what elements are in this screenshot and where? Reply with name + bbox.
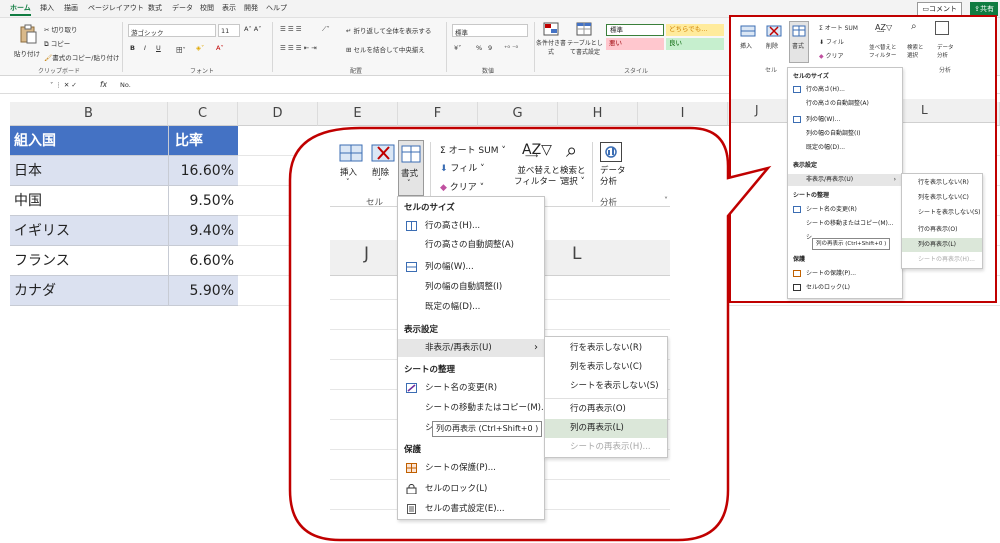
protect-sheet-icon — [406, 463, 417, 473]
row-height-icon — [406, 221, 417, 231]
chevron-down-icon: ˅ — [346, 178, 350, 186]
data-analysis-button[interactable]: データ 分析 — [600, 166, 626, 188]
lock-icon — [406, 484, 417, 494]
section-cell-size: セルのサイズ — [404, 203, 455, 213]
insert-button[interactable]: 挿入 ˅ — [336, 142, 366, 192]
unhide-columns-tooltip: 列の再表示 (Ctrl+Shift+0 ) — [432, 421, 543, 437]
eraser-icon: ◆ — [440, 183, 450, 193]
rename-icon — [406, 383, 417, 393]
hide-columns-item[interactable]: 列を表示しない(C) — [545, 358, 667, 377]
protect-sheet-item[interactable]: シートの保護(P)... — [398, 459, 544, 477]
insert-cells-icon — [339, 144, 363, 162]
chevron-right-icon: › — [534, 342, 538, 353]
delete-cells-icon — [371, 144, 395, 162]
zoomed-column-j: J — [364, 244, 370, 264]
row-height-item[interactable]: 行の高さ(H)... — [398, 217, 544, 235]
fill-down-icon: ⬇ — [440, 164, 451, 174]
autosum-button[interactable]: Σ オート SUM ˅ — [440, 143, 506, 156]
chevron-down-icon: ˅ — [407, 179, 411, 187]
separator — [430, 142, 431, 202]
format-dropdown: セルのサイズ 行の高さ(H)... 行の高さの自動調整(A) 列の幅(W)...… — [397, 196, 549, 520]
hide-unhide-item[interactable]: 非表示/再表示(U) › — [398, 339, 544, 357]
ribbon-collapse-icon[interactable]: ˅ — [664, 196, 668, 205]
format-cells-dialog-icon — [407, 504, 416, 514]
zoomed-column-l: L — [572, 244, 582, 264]
chevron-down-icon: ˅ — [498, 146, 506, 156]
find-select-button[interactable]: 検索と 選択 ˅ — [560, 166, 586, 188]
chevron-down-icon: ˅ — [577, 177, 585, 187]
section-organize: シートの整理 — [404, 365, 456, 375]
delete-button[interactable]: 削除 ˅ — [368, 142, 398, 192]
hide-rows-item[interactable]: 行を表示しない(R) — [545, 339, 667, 358]
separator — [592, 142, 593, 202]
chevron-down-icon: ˅ — [476, 183, 485, 193]
chevron-down-icon: ˅ — [477, 164, 485, 174]
chevron-down-icon: ˅ — [378, 178, 382, 186]
format-button[interactable]: 書式 ˅ — [398, 140, 424, 196]
hide-sheet-item[interactable]: シートを表示しない(S) — [545, 377, 667, 396]
default-width-item[interactable]: 既定の幅(D)... — [398, 298, 544, 316]
unhide-sheet-item: シートの再表示(H)... — [570, 442, 651, 452]
clear-button[interactable]: ◆ クリア ˅ — [440, 180, 484, 193]
sort-filter-button[interactable]: 並べ替えと フィルター ˅ — [514, 166, 563, 188]
hide-unhide-submenu: 行を表示しない(R) 列を表示しない(C) シートを表示しない(S) 行の再表示… — [544, 336, 668, 458]
find-icon: ⌕ — [566, 138, 578, 162]
data-analysis-icon — [600, 142, 622, 162]
unhide-rows-item[interactable]: 行の再表示(O) — [545, 400, 667, 419]
column-autofit-item[interactable]: 列の幅の自動調整(I) — [398, 278, 544, 296]
format-cells-icon — [401, 145, 421, 163]
cells-group-label: セル — [366, 198, 384, 208]
format-cells-item[interactable]: セルの書式設定(E)... — [398, 500, 544, 518]
column-width-icon — [406, 262, 417, 272]
fill-button[interactable]: ⬇ フィル ˅ — [440, 161, 485, 174]
lock-cell-item[interactable]: セルのロック(L) — [398, 480, 544, 498]
section-protect: 保護 — [404, 445, 422, 455]
move-copy-item[interactable]: シートの移動またはコピー(M)... — [398, 399, 549, 417]
unhide-columns-item[interactable]: 列の再表示(L) — [545, 419, 667, 438]
rename-sheet-item[interactable]: シート名の変更(R) — [398, 379, 544, 397]
section-visibility: 表示設定 — [404, 325, 439, 335]
sigma-icon: Σ — [440, 146, 449, 156]
submenu-divider — [545, 398, 667, 399]
row-autofit-item[interactable]: 行の高さの自動調整(A) — [398, 236, 544, 254]
column-width-item[interactable]: 列の幅(W)... — [398, 258, 544, 276]
analysis-group-label: 分析 — [600, 198, 618, 208]
sort-icon: A͢Z▽ — [522, 142, 552, 158]
